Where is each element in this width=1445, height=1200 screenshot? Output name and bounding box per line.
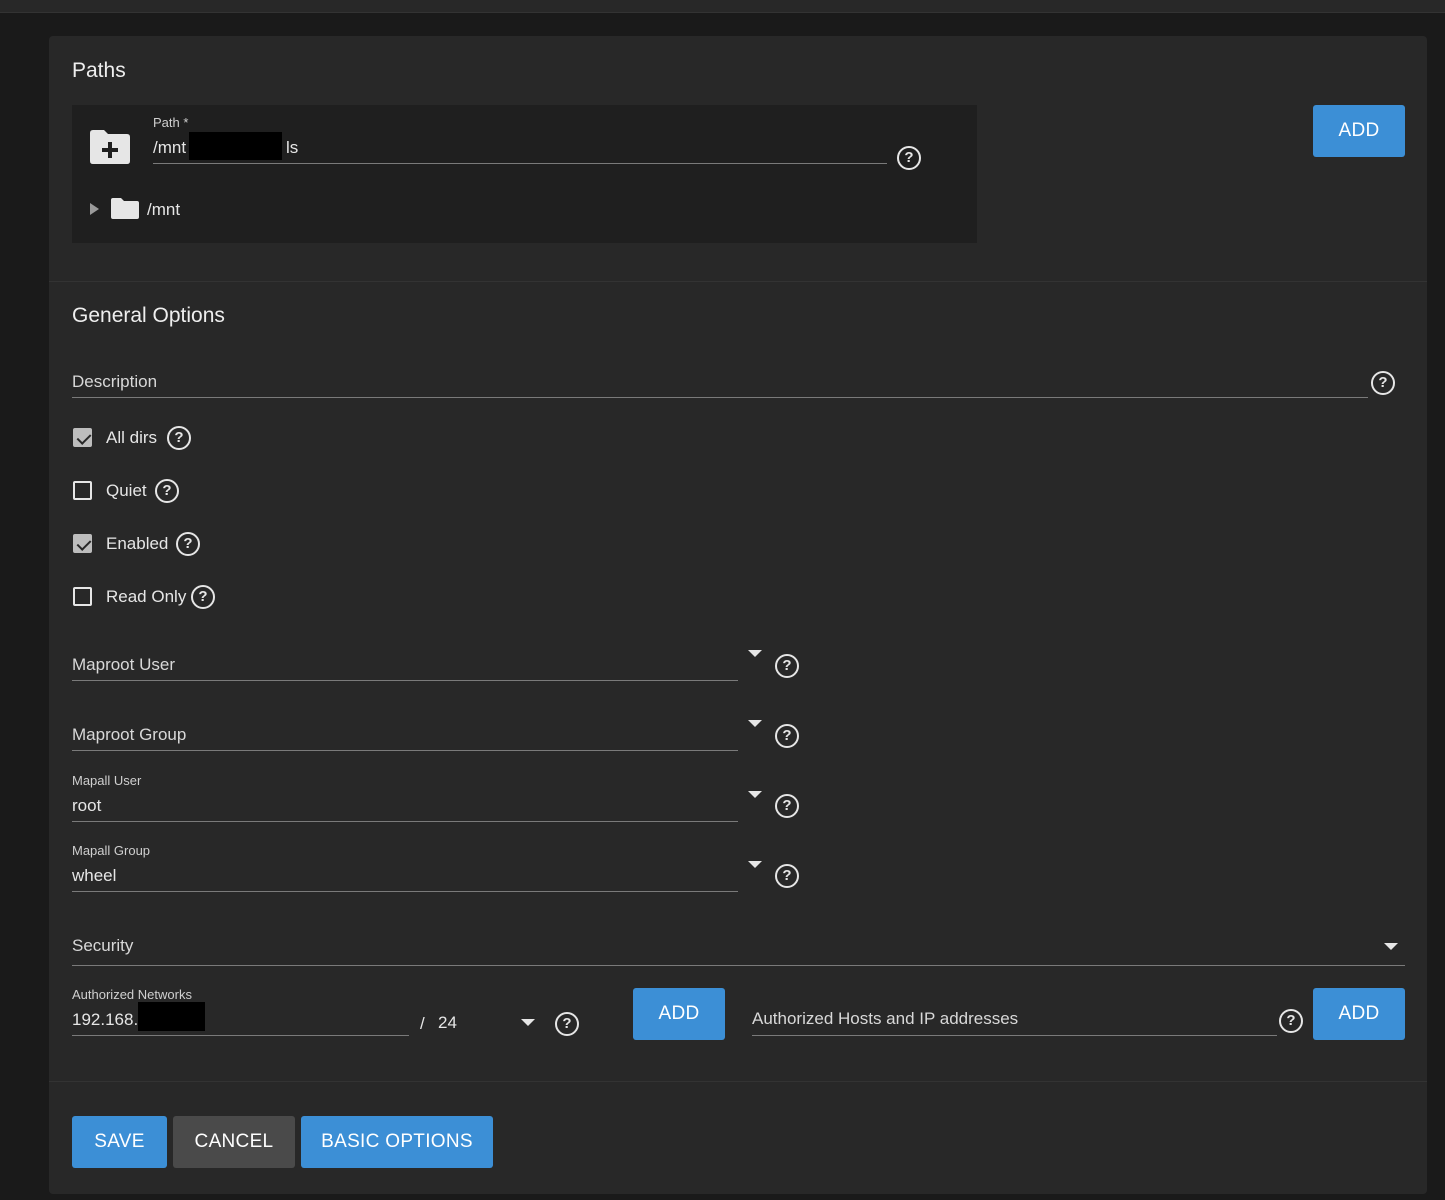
mapall-group-help-icon[interactable]: ?	[775, 864, 799, 888]
section-divider	[49, 281, 1427, 282]
mapall-user-help-icon[interactable]: ?	[775, 794, 799, 818]
maproot-user-underline	[72, 680, 738, 681]
read-only-help-icon[interactable]: ?	[191, 585, 215, 609]
maproot-group-help-icon[interactable]: ?	[775, 724, 799, 748]
security-chevron-down-icon[interactable]	[1384, 943, 1398, 950]
security-select[interactable]: Security	[72, 936, 133, 956]
maproot-group-underline	[72, 750, 738, 751]
quiet-help-icon[interactable]: ?	[155, 479, 179, 503]
read-only-checkbox[interactable]	[73, 587, 92, 606]
description-input[interactable]: Description	[72, 372, 157, 392]
redacted-network	[138, 1002, 205, 1031]
enabled-checkbox[interactable]	[73, 534, 92, 553]
path-value-prefix[interactable]: /mnt	[153, 138, 186, 158]
cancel-button[interactable]: CANCEL	[173, 1116, 295, 1168]
mapall-group-label: Mapall Group	[72, 843, 151, 858]
maproot-group-chevron-down-icon[interactable]	[748, 720, 762, 727]
nfs-share-form: Paths Path * /mnt ls ? /mnt ADD General …	[49, 36, 1427, 1194]
add-host-button[interactable]: ADD	[1313, 988, 1405, 1040]
basic-options-button[interactable]: BASIC OPTIONS	[301, 1116, 493, 1168]
quiet-checkbox[interactable]	[73, 481, 92, 500]
redacted-path	[189, 132, 282, 160]
mapall-user-select[interactable]: root	[72, 796, 101, 816]
paths-section-title: Paths	[72, 59, 126, 82]
all-dirs-help-icon[interactable]: ?	[167, 426, 191, 450]
all-dirs-label: All dirs	[106, 428, 158, 447]
authorized-hosts-underline	[752, 1035, 1277, 1036]
path-value-suffix[interactable]: ls	[286, 138, 298, 158]
authorized-networks-underline	[72, 1035, 409, 1036]
authorized-networks-help-icon[interactable]: ?	[555, 1012, 579, 1036]
mapall-group-select[interactable]: wheel	[72, 866, 116, 886]
authorized-networks-label: Authorized Networks	[72, 987, 192, 1002]
authorized-networks-input[interactable]: 192.168.	[72, 1010, 138, 1030]
maproot-group-select[interactable]: Maproot Group	[72, 725, 186, 745]
tree-expand-icon[interactable]	[90, 203, 99, 215]
maproot-user-help-icon[interactable]: ?	[775, 654, 799, 678]
mapall-group-underline	[72, 891, 738, 892]
enabled-label: Enabled	[106, 534, 169, 553]
description-underline	[72, 397, 1368, 398]
mapall-user-underline	[72, 821, 738, 822]
all-dirs-checkbox[interactable]	[73, 428, 92, 447]
read-only-label: Read Only	[106, 587, 187, 606]
mapall-group-chevron-down-icon[interactable]	[748, 861, 762, 868]
top-bar	[0, 0, 1445, 13]
mapall-user-chevron-down-icon[interactable]	[748, 791, 762, 798]
mapall-user-label: Mapall User	[72, 773, 142, 788]
maproot-user-select[interactable]: Maproot User	[72, 655, 175, 675]
path-explorer: Path * /mnt ls ? /mnt	[72, 105, 977, 243]
path-label: Path *	[153, 115, 189, 130]
path-input-underline	[153, 163, 887, 164]
footer-divider	[49, 1081, 1427, 1082]
add-path-button[interactable]: ADD	[1313, 105, 1405, 157]
add-network-button[interactable]: ADD	[633, 988, 725, 1040]
tree-node-label[interactable]: /mnt	[147, 200, 180, 220]
netmask-select[interactable]: 24	[438, 1013, 457, 1033]
path-help-icon[interactable]: ?	[897, 146, 921, 170]
enabled-help-icon[interactable]: ?	[176, 532, 200, 556]
security-underline	[72, 965, 1405, 966]
quiet-label: Quiet	[106, 481, 147, 500]
maproot-user-chevron-down-icon[interactable]	[748, 650, 762, 657]
authorized-hosts-help-icon[interactable]: ?	[1279, 1009, 1303, 1033]
authorized-hosts-input[interactable]: Authorized Hosts and IP addresses	[752, 1009, 1018, 1029]
folder-add-icon[interactable]	[88, 129, 132, 165]
general-options-title: General Options	[72, 304, 225, 327]
netmask-chevron-down-icon[interactable]	[521, 1019, 535, 1026]
folder-icon	[111, 198, 139, 219]
netmask-separator: /	[420, 1014, 425, 1033]
save-button[interactable]: SAVE	[72, 1116, 167, 1168]
description-help-icon[interactable]: ?	[1371, 371, 1395, 395]
